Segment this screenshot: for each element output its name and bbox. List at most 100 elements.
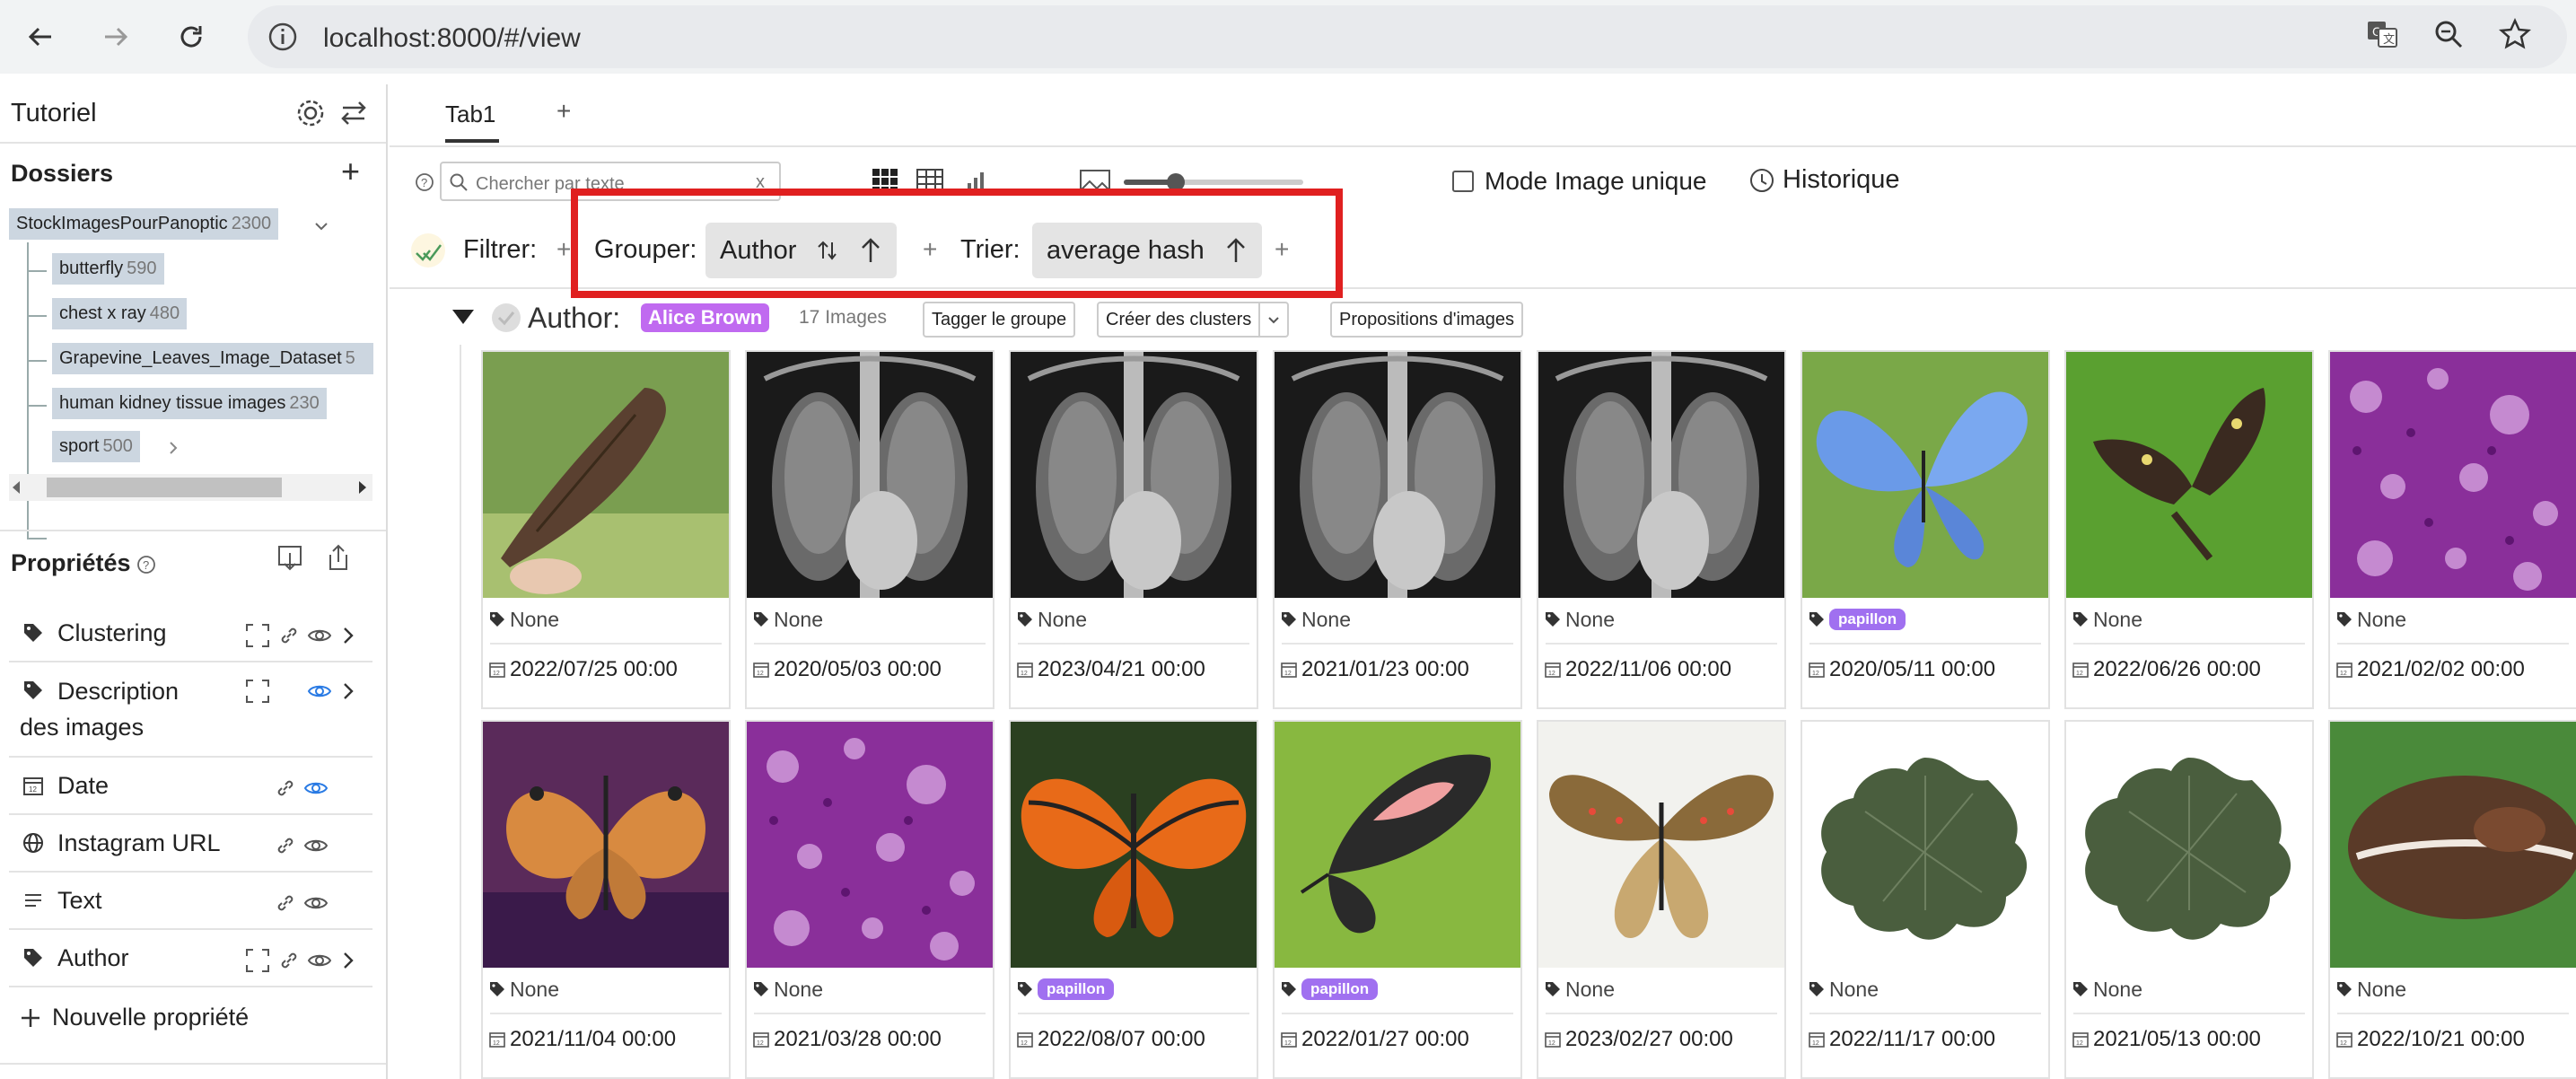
scrollbar-thumb[interactable] (47, 478, 282, 497)
image-thumbnail[interactable] (1538, 722, 1784, 968)
eye-icon[interactable] (303, 892, 329, 914)
address-bar[interactable]: localhost:8000/#/view (248, 5, 2567, 68)
single-image-checkbox[interactable] (1452, 171, 1474, 192)
image-tag[interactable]: None (1280, 607, 1351, 632)
image-thumbnail[interactable] (1275, 352, 1520, 598)
image-date[interactable]: 12 2022/10/21 00:00 (2335, 1027, 2525, 1052)
expand-icon[interactable] (244, 678, 271, 705)
image-tag[interactable]: None (2072, 607, 2142, 632)
image-thumbnail[interactable] (1802, 352, 2048, 598)
check-circle-icon[interactable] (490, 302, 522, 334)
image-date[interactable]: 12 2020/05/03 00:00 (752, 657, 942, 682)
image-tag[interactable]: None (752, 607, 823, 632)
image-card[interactable]: None 12 2022/07/25 00:00 (481, 350, 731, 709)
folders-scrollbar[interactable] (9, 474, 372, 501)
image-tag[interactable]: None (1016, 607, 1087, 632)
chevron-right-icon[interactable] (339, 950, 357, 971)
export-icon[interactable] (323, 542, 354, 573)
help-icon[interactable]: ? (415, 172, 434, 192)
image-date[interactable]: 12 2023/02/27 00:00 (1544, 1027, 1733, 1052)
image-thumbnail[interactable] (483, 722, 729, 968)
eye-icon[interactable] (307, 950, 332, 971)
image-card[interactable]: papillon 12 2022/08/07 00:00 (1009, 720, 1258, 1079)
property-row-clustering[interactable]: Clustering (9, 607, 372, 662)
image-date[interactable]: 12 2022/11/06 00:00 (1544, 657, 1731, 682)
folder-item[interactable]: chest x ray 480 (52, 298, 188, 329)
image-tag[interactable]: papillon (1016, 977, 1115, 1002)
image-date[interactable]: 12 2022/07/25 00:00 (488, 657, 678, 682)
image-thumbnail[interactable] (747, 722, 993, 968)
image-thumbnail[interactable] (1011, 352, 1257, 598)
image-tag[interactable]: None (2335, 977, 2406, 1002)
chevron-down-icon[interactable] (1258, 303, 1287, 336)
image-tag[interactable]: None (1544, 977, 1615, 1002)
import-icon[interactable] (275, 542, 305, 573)
folder-item[interactable]: human kidney tissue images 230 (52, 388, 327, 419)
image-card[interactable]: None 12 2021/11/04 00:00 (481, 720, 731, 1079)
image-date[interactable]: 12 2022/06/26 00:00 (2072, 657, 2261, 682)
image-card[interactable]: None 12 2023/02/27 00:00 (1537, 720, 1786, 1079)
image-date[interactable]: 12 2021/05/13 00:00 (2072, 1027, 2261, 1052)
image-thumbnail[interactable] (1275, 722, 1520, 968)
image-card[interactable]: None 12 2022/11/17 00:00 (1801, 720, 2050, 1079)
eye-icon[interactable] (307, 680, 332, 702)
tab-tab1[interactable]: Tab1 (445, 101, 499, 143)
image-tag[interactable]: papillon (1808, 607, 1906, 632)
image-thumbnail[interactable] (2330, 722, 2576, 968)
image-date[interactable]: 12 2021/11/04 00:00 (488, 1027, 676, 1052)
image-tag[interactable]: None (488, 607, 559, 632)
image-card[interactable]: papillon 12 2020/05/11 00:00 (1801, 350, 2050, 709)
eye-icon[interactable] (303, 777, 329, 799)
image-card[interactable]: None 12 2022/06/26 00:00 (2064, 350, 2314, 709)
image-suggestions-button[interactable]: Propositions d'images (1330, 302, 1524, 338)
add-tab-button[interactable]: + (556, 97, 571, 126)
chevron-right-icon[interactable] (339, 625, 357, 646)
link-icon[interactable] (275, 777, 296, 799)
translate-icon[interactable]: G文 (2362, 14, 2402, 54)
chevron-right-icon[interactable] (163, 438, 183, 458)
image-date[interactable]: 12 2023/04/21 00:00 (1016, 657, 1205, 682)
star-icon[interactable] (2495, 14, 2535, 54)
link-icon[interactable] (278, 625, 300, 646)
chevron-right-icon[interactable] (339, 680, 357, 702)
image-thumbnail[interactable] (2066, 352, 2312, 598)
link-icon[interactable] (275, 892, 296, 914)
image-thumbnail[interactable] (2066, 722, 2312, 968)
folder-item[interactable]: sport 500 (52, 431, 140, 462)
forward-button[interactable] (93, 14, 138, 59)
image-date[interactable]: 12 2022/08/07 00:00 (1016, 1027, 1205, 1052)
property-row-author[interactable]: Author (9, 932, 372, 987)
property-row-text[interactable]: Text (9, 874, 372, 930)
image-thumbnail[interactable] (2330, 352, 2576, 598)
image-thumbnail[interactable] (1802, 722, 2048, 968)
image-date[interactable]: 12 2021/03/28 00:00 (752, 1027, 942, 1052)
image-date[interactable]: 12 2022/01/27 00:00 (1280, 1027, 1469, 1052)
link-icon[interactable] (278, 950, 300, 971)
tag-group-button[interactable]: Tagger le groupe (923, 302, 1076, 338)
swap-icon[interactable] (337, 97, 370, 129)
expand-icon[interactable] (244, 947, 271, 974)
image-thumbnail[interactable] (747, 352, 993, 598)
expand-icon[interactable] (244, 622, 271, 649)
image-tag[interactable]: None (1808, 977, 1879, 1002)
property-row-date[interactable]: 12 Date (9, 759, 372, 815)
image-card[interactable]: None 12 2020/05/03 00:00 (745, 350, 994, 709)
image-thumbnail[interactable] (483, 352, 729, 598)
reload-button[interactable] (169, 14, 214, 59)
image-tag[interactable]: None (752, 977, 823, 1002)
image-card[interactable]: None 12 2021/03/28 00:00 (745, 720, 994, 1079)
property-row-instagram[interactable]: Instagram URL (9, 817, 372, 873)
zoom-icon[interactable] (2429, 14, 2468, 54)
image-size-slider[interactable] (1124, 173, 1303, 191)
image-card[interactable]: None 12 2021/05/13 00:00 (2064, 720, 2314, 1079)
image-card[interactable]: None 12 2022/10/21 00:00 (2328, 720, 2576, 1079)
image-tag[interactable]: None (2335, 607, 2406, 632)
image-card[interactable]: None 12 2021/01/23 00:00 (1273, 350, 1522, 709)
eye-icon[interactable] (303, 835, 329, 856)
back-button[interactable] (18, 14, 63, 59)
image-tag[interactable]: None (2072, 977, 2142, 1002)
new-property-button[interactable]: Nouvelle propriété (18, 1004, 249, 1031)
image-card[interactable]: None 12 2023/04/21 00:00 (1009, 350, 1258, 709)
single-image-mode[interactable]: Mode Image unique (1452, 167, 1707, 196)
collapse-triangle-icon[interactable] (451, 307, 476, 327)
